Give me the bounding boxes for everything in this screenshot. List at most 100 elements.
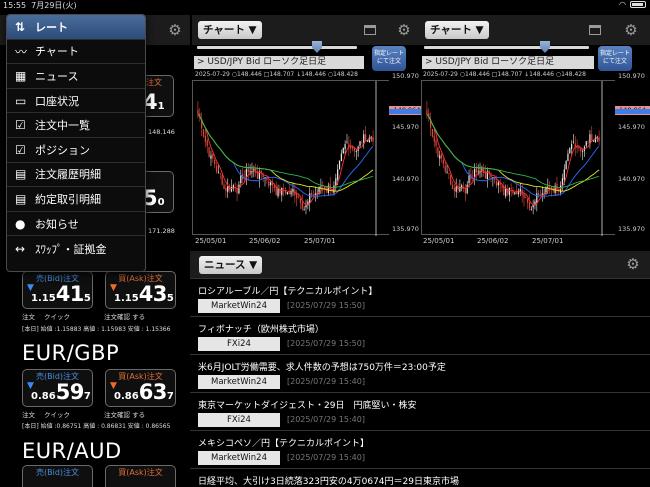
news-item[interactable]: フィボナッチ（欧州株式市場） FXi24 [2025/07/29 15:50] <box>190 316 650 354</box>
candle <box>340 149 343 162</box>
candle-body <box>340 153 343 162</box>
candle <box>342 147 344 154</box>
menu-item-rate[interactable]: ⇅ レート <box>7 15 145 40</box>
gear-icon[interactable]: ⚙ <box>167 22 183 38</box>
quick-order-toggle[interactable]: クイック <box>44 409 104 419</box>
menu-item-executions[interactable]: ▤ 約定取引明細 <box>7 187 145 212</box>
candle-body <box>337 169 339 180</box>
bid-order-box[interactable]: 売(Bid)注文 ▼ 1.15415 <box>22 271 93 309</box>
candle <box>514 192 516 195</box>
chart-ohlc-readout: 2025-07-29 ○148.446 □148.707 ↓148.446 ○1… <box>423 71 586 78</box>
candle <box>271 178 274 193</box>
y-tick: 140.970 <box>618 175 645 183</box>
menu-item-order-history[interactable]: ▤ 注文履歴明細 <box>7 163 145 188</box>
candle-body <box>366 140 369 142</box>
candle-body <box>355 151 357 153</box>
candle <box>301 194 303 212</box>
candle <box>305 199 307 215</box>
candle <box>359 141 361 148</box>
candle-body <box>210 155 212 159</box>
confirm-toggle[interactable]: する <box>132 409 145 419</box>
candle <box>428 107 430 123</box>
candle-body <box>431 129 434 137</box>
candle <box>538 190 540 198</box>
chart-pane-2: チャート ▼ ⚙ 指定レート にて注文 > USD/JPY Bid ローソク足日足… <box>421 11 650 251</box>
chart-select-button[interactable]: チャート ▼ <box>425 21 489 39</box>
chart-symbol-bar[interactable]: > USD/JPY Bid ローソク足日足 <box>194 56 364 69</box>
window-icon[interactable] <box>364 25 376 35</box>
candle <box>323 185 326 197</box>
gear-icon[interactable]: ⚙ <box>396 22 412 38</box>
news-title: 日経平均、大引け3日続落323円安の4万0674円＝29日東京市場 <box>198 477 459 487</box>
zoom-slider-thumb[interactable] <box>540 41 550 53</box>
candle <box>503 181 505 196</box>
candle <box>446 164 448 174</box>
gear-icon[interactable]: ⚙ <box>623 22 639 38</box>
candle <box>527 197 529 210</box>
candle <box>281 187 283 202</box>
candle <box>569 147 571 154</box>
candle-body <box>466 184 468 194</box>
candle <box>488 169 490 179</box>
menu-item-notices[interactable]: ● お知らせ <box>7 212 145 237</box>
chart-plot-area[interactable] <box>421 80 615 236</box>
candle <box>206 138 208 154</box>
candle <box>486 167 488 188</box>
ask-order-box[interactable]: 買(Ask)注文 ▼ 0.86637 <box>105 369 176 407</box>
chart-header: チャート ▼ ⚙ <box>192 15 421 45</box>
candle <box>578 146 580 152</box>
list-icon: ▤ <box>15 191 27 206</box>
candle <box>227 178 229 198</box>
candle <box>364 125 367 141</box>
candle-body <box>440 154 443 159</box>
candle-body <box>227 186 229 192</box>
chart-plot-area[interactable] <box>192 80 389 236</box>
candle-body <box>547 186 549 188</box>
wifi-icon: ◠ <box>619 0 626 9</box>
news-item[interactable]: 東京マーケットダイジェスト・29日 円底堅い・株安 FXi24 [2025/07… <box>190 392 650 430</box>
candle-body <box>505 188 507 197</box>
candle <box>530 206 532 211</box>
bid-order-box[interactable]: 売(Bid)注文 ▼ 0.86597 <box>22 369 93 407</box>
candle-body <box>320 186 322 188</box>
menu-item-positions[interactable]: ☑ ポジション <box>7 138 145 163</box>
menu-item-swap[interactable]: ↔ ｽﾜｯﾌﾟ・証拠金 <box>7 236 145 261</box>
candle <box>473 163 476 186</box>
candle-body <box>277 188 279 197</box>
candle <box>455 178 457 198</box>
news-select-button[interactable]: ニュース ▼ <box>199 256 263 274</box>
news-item[interactable]: ロシアルーブル／円【テクニカルポイント】 MarketWin24 [2025/0… <box>190 278 650 316</box>
candle <box>370 135 372 142</box>
confirm-toggle[interactable]: する <box>132 311 145 321</box>
window-icon[interactable] <box>589 25 601 35</box>
zoom-slider[interactable] <box>424 46 589 49</box>
x-tick: 25/05/01 <box>423 237 455 245</box>
news-source: FXi24 <box>198 337 280 351</box>
menu-item-news[interactable]: ▦ ニュース <box>7 64 145 89</box>
zoom-slider[interactable] <box>197 46 357 49</box>
menu-item-account[interactable]: ▭ 口座状況 <box>7 89 145 114</box>
chart-select-button[interactable]: チャート ▼ <box>198 21 262 39</box>
ask-order-box[interactable]: 買(Ask)注文 ▼ 1.15435 <box>105 271 176 309</box>
quick-order-toggle[interactable]: クイック <box>44 311 104 321</box>
ask-order-box[interactable]: 買(Ask)注文 <box>105 465 176 487</box>
gear-icon[interactable]: ⚙ <box>625 256 641 272</box>
news-item[interactable]: 米6月JOLT労働需要、求人件数の予想は750万件＝23:00予定 Market… <box>190 354 650 392</box>
candle <box>429 112 432 137</box>
order-at-rate-button[interactable]: 指定レート にて注文 <box>372 46 406 71</box>
news-item[interactable]: メキシコペソ／円【テクニカルポイント】 MarketWin24 [2025/07… <box>190 430 650 468</box>
zoom-slider-thumb[interactable] <box>312 41 322 53</box>
candle <box>596 135 598 142</box>
order-at-rate-button[interactable]: 指定レート にて注文 <box>598 46 632 71</box>
news-item[interactable]: 日経平均、大引け3日続落323円安の4万0674円＝29日東京市場 <box>190 468 650 487</box>
candle <box>269 179 272 194</box>
candle <box>534 199 536 210</box>
menu-item-orders[interactable]: ☑ 注文中一覧 <box>7 113 145 138</box>
candle <box>426 101 428 119</box>
quick-order-row: 注文 クイック 注文確認 する <box>22 409 146 419</box>
menu-item-chart[interactable]: 〰チャート <box>7 40 145 65</box>
chart-symbol-bar[interactable]: > USD/JPY Bid ローソク足日足 <box>422 56 594 69</box>
news-time: [2025/07/29 15:50] <box>287 339 365 348</box>
candle <box>353 147 356 157</box>
bid-order-box[interactable]: 売(Bid)注文 <box>22 465 93 487</box>
